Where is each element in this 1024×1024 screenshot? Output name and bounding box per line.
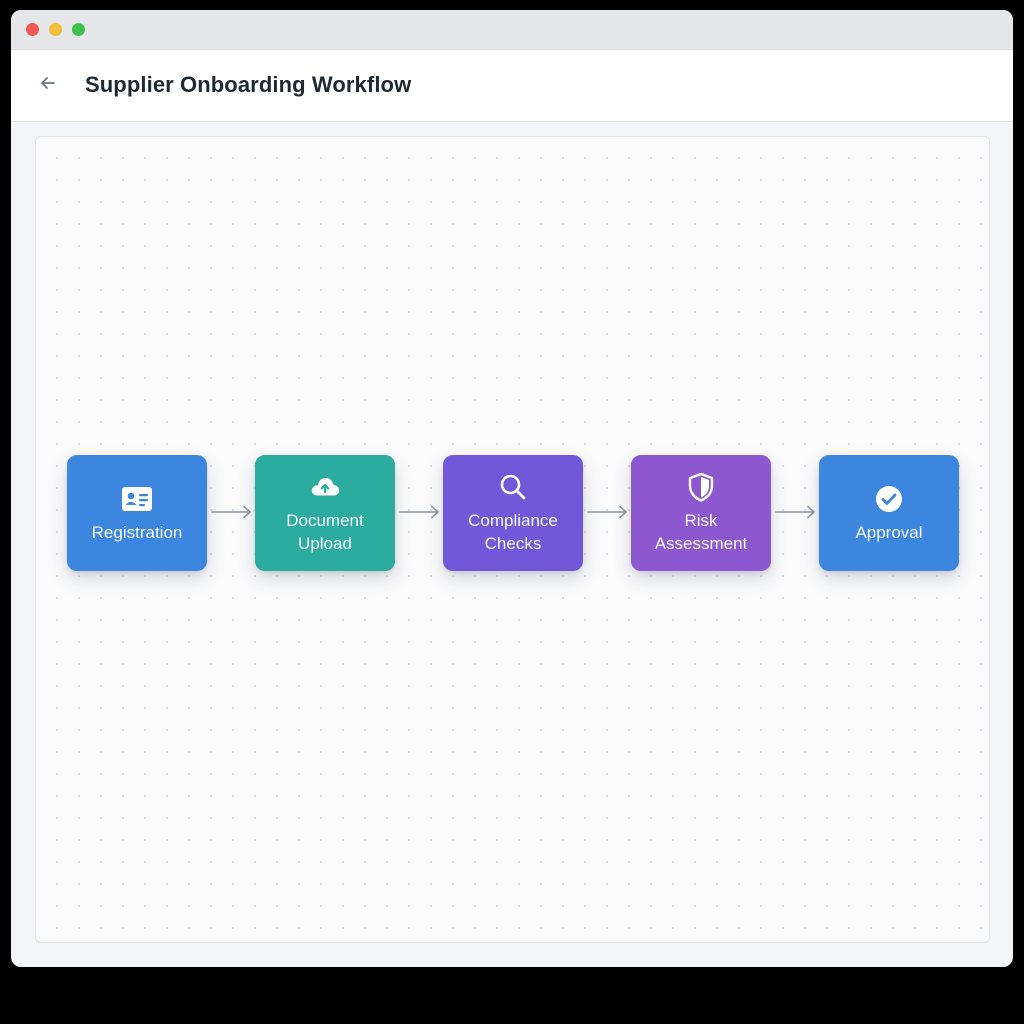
flow-arrow <box>775 505 815 519</box>
workflow-diagram: Registration Document Upload Compliance … <box>67 455 959 571</box>
title-bar <box>11 10 1013 50</box>
id-card-icon <box>121 483 153 515</box>
step-approval[interactable]: Approval <box>819 455 959 571</box>
maximize-window-button[interactable] <box>72 23 85 36</box>
search-icon <box>497 471 529 503</box>
step-label: Risk Assessment <box>654 511 748 553</box>
page-header: Supplier Onboarding Workflow <box>11 50 1013 122</box>
step-registration[interactable]: Registration <box>67 455 207 571</box>
step-document-upload[interactable]: Document Upload <box>255 455 395 571</box>
flow-arrow <box>399 505 439 519</box>
step-label: Compliance Checks <box>468 511 558 553</box>
arrow-left-icon <box>38 73 58 98</box>
shield-icon <box>685 471 717 503</box>
step-label: Document Upload <box>286 511 364 553</box>
minimize-window-button[interactable] <box>49 23 62 36</box>
page-title: Supplier Onboarding Workflow <box>85 72 412 97</box>
app-window: Supplier Onboarding Workflow Registratio… <box>11 10 1013 967</box>
step-compliance-checks[interactable]: Compliance Checks <box>443 455 583 571</box>
check-circle-icon <box>873 483 905 515</box>
flow-arrow <box>587 505 627 519</box>
step-risk-assessment[interactable]: Risk Assessment <box>631 455 771 571</box>
flow-arrow <box>211 505 251 519</box>
step-label: Registration <box>91 522 183 542</box>
workflow-canvas[interactable]: Registration Document Upload Compliance … <box>35 136 990 943</box>
back-button[interactable] <box>33 70 63 100</box>
close-window-button[interactable] <box>26 23 39 36</box>
cloud-upload-icon <box>309 471 341 503</box>
step-label: Approval <box>855 522 923 542</box>
